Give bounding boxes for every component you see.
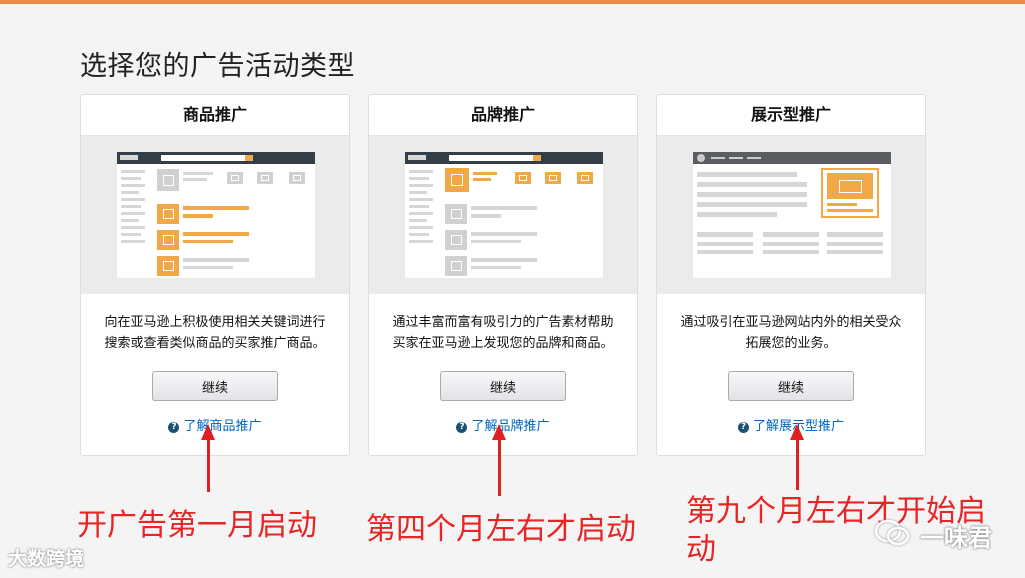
watermark-right: 一味君 [920,524,992,552]
card-description: 通过吸引在亚马逊网站内外的相关受众 拓展您的业务。 [680,315,902,351]
card-title: 商品推广 [81,95,349,136]
red-arrow-2 [492,424,506,496]
card-title: 展示型推广 [657,95,925,136]
card-sponsored-display: 展示型推广 通过吸引在亚马逊网站内外的相关受众 拓展您的业务。 继续 ? [656,94,926,456]
card-description: 向在亚马逊上积极使用相关关键词进行 搜索或查看类似商品的买家推广商品。 [104,315,326,351]
red-arrow-1 [201,424,215,492]
learn-more: ? 了解商品推广 [81,415,349,434]
continue-button[interactable]: 继续 [728,371,854,401]
mock-screen [693,152,891,278]
preview-image [369,136,637,294]
help-icon: ? [456,422,468,433]
preview-image [81,136,349,294]
annotation-1: 开广告第一月启动 [77,508,317,543]
wechat-icon [874,519,910,546]
mock-screen [405,152,603,278]
card-description: 通过丰富而富有吸引力的广告素材帮助 买家在亚马逊上发现您的品牌和商品。 [392,315,614,351]
card-sponsored-brands: 品牌推广 通过丰富而富有吸引力的广告素材帮助 买家在亚马逊上发现您的品牌和商品。… [368,94,638,456]
watermark-left: 大数跨境 [8,548,85,570]
mock-screen [117,152,315,278]
continue-button[interactable]: 继续 [152,371,278,401]
continue-button[interactable]: 继续 [440,371,566,401]
help-icon: ? [737,422,749,433]
page-title: 选择您的广告活动类型 [80,51,355,82]
learn-more-link[interactable]: 了解商品推广 [183,419,261,434]
red-arrow-3 [790,424,804,490]
card-sponsored-products: 商品推广 向在亚马逊上积极使用相关关键词进行 搜索或查看类似商品的买家推广商品。… [80,94,350,456]
top-accent-bar [0,0,1025,4]
annotation-2: 第四个月左右才启动 [366,512,636,547]
help-icon: ? [168,422,180,433]
card-title: 品牌推广 [369,95,637,136]
preview-image [657,136,925,294]
learn-more-link[interactable]: 了解品牌推广 [471,419,549,434]
